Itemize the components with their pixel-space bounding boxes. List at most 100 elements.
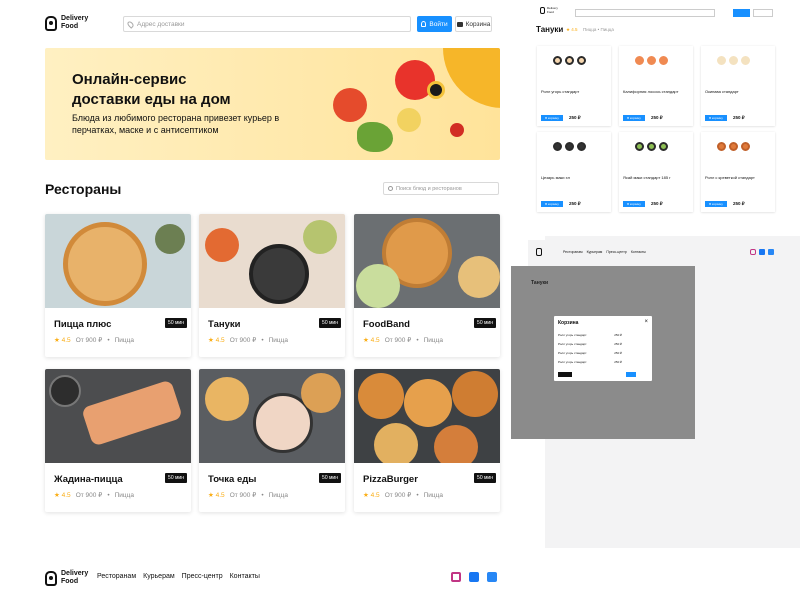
- restaurants-title: Рестораны: [45, 181, 122, 197]
- cart-item-name: Ролл угорь стандарт: [558, 341, 587, 346]
- dish-search-input[interactable]: Поиск блюд и ресторанов: [383, 182, 499, 195]
- footer-link-press[interactable]: Пресс-центр: [182, 573, 223, 580]
- product-card[interactable]: Калифорния лосось стандарт В корзину 250…: [619, 46, 693, 126]
- restaurant-name: PizzaBurger: [363, 474, 418, 485]
- login-button[interactable]: Войти: [417, 16, 452, 32]
- price-from: От 900 ₽: [229, 492, 257, 499]
- facebook-icon[interactable]: [469, 572, 479, 582]
- cart-row: Ролл угорь стандарт 250 ₽: [558, 349, 648, 356]
- footer-preview-link[interactable]: Курьерам: [587, 250, 603, 254]
- greens-image: [357, 122, 393, 152]
- restaurant-image: [45, 369, 191, 463]
- product-name: Цезарь маки хл: [541, 175, 570, 180]
- dish-search-placeholder: Поиск блюд и ресторанов: [396, 185, 462, 192]
- product-name: Ролл с креветкой стандарт: [705, 175, 755, 180]
- preview-cart-button[interactable]: [753, 9, 773, 17]
- user-icon: [421, 21, 427, 27]
- product-card[interactable]: Ролл с креветкой стандарт В корзину 250 …: [701, 132, 775, 212]
- tomato-slice-image: [333, 88, 367, 122]
- footer-preview-links: Ресторанам Курьерам Пресс-центр Контакты: [563, 250, 646, 254]
- product-price: 250 ₽: [733, 115, 745, 120]
- delivery-time-badge: 50 мин: [319, 473, 341, 483]
- footer-preview-link[interactable]: Контакты: [631, 250, 646, 254]
- product-card[interactable]: Цезарь маки хл В корзину 250 ₽: [537, 132, 611, 212]
- product-name: Калифорния лосось стандарт: [623, 89, 679, 94]
- footer-preview-link[interactable]: Ресторанам: [563, 250, 583, 254]
- page: Delivery Food Адрес доставки Войти Корзи…: [0, 0, 800, 606]
- cart-row: Ролл угорь стандарт 250 ₽: [558, 340, 648, 347]
- add-to-cart-button[interactable]: В корзину: [623, 115, 645, 121]
- product-image: [537, 132, 611, 170]
- pin-icon: [126, 19, 135, 29]
- rating: ★ 4.5: [54, 337, 71, 344]
- product-price: 250 ₽: [569, 201, 581, 206]
- preview-address-input[interactable]: [575, 9, 715, 17]
- footer-preview-link[interactable]: Пресс-центр: [606, 250, 626, 254]
- modal-title: Корзина: [558, 320, 579, 326]
- olive-image: [427, 81, 445, 99]
- restaurant-card[interactable]: Пицца плюс 50 мин ★ 4.5 От 900 ₽ • Пицца: [45, 214, 191, 357]
- add-to-cart-button[interactable]: В корзину: [705, 115, 727, 121]
- category: Пицца: [114, 491, 134, 499]
- restaurant-meta: ★ 4.5 От 900 ₽ • Пицца: [54, 336, 134, 345]
- footer-logo[interactable]: Delivery Food: [45, 570, 88, 586]
- product-name: Ролл угорь стандарт: [541, 89, 580, 94]
- promo-title: Онлайн-сервис доставки еды на дом: [72, 70, 231, 110]
- restaurant-image: [354, 214, 500, 308]
- price-from: От 900 ₽: [384, 337, 412, 344]
- product-card[interactable]: Ролл угорь стандарт В корзину 250 ₽: [537, 46, 611, 126]
- restaurant-name: Жадина-пицца: [54, 474, 123, 485]
- category: Пицца: [268, 336, 288, 344]
- address-input[interactable]: Адрес доставки: [123, 16, 411, 32]
- product-image: [619, 132, 693, 170]
- preview-rating: ★ 4.5: [566, 27, 578, 32]
- delivery-time-badge: 50 мин: [474, 318, 496, 328]
- preview-login-button[interactable]: [733, 9, 750, 17]
- rating-value: 4.5: [370, 337, 380, 344]
- footer-link-contacts[interactable]: Контакты: [230, 573, 260, 580]
- modal-checkout-button[interactable]: [626, 372, 636, 377]
- logo[interactable]: Delivery Food: [45, 15, 88, 31]
- restaurant-page-preview: Delivery Food Тануки ★ 4.5 Пицца • Пицца …: [528, 0, 800, 236]
- instagram-icon[interactable]: [750, 249, 756, 255]
- restaurant-image: [199, 214, 345, 308]
- cart-item-price: 250 ₽: [614, 359, 622, 364]
- cart-item-name: Ролл угорь стандарт: [558, 359, 587, 364]
- product-image: [619, 46, 693, 84]
- rating: ★ 4.5: [363, 492, 380, 499]
- restaurant-meta: ★ 4.5 От 900 ₽ • Пицца: [208, 336, 288, 345]
- modal-cancel-button[interactable]: [558, 372, 572, 377]
- close-icon[interactable]: ×: [644, 319, 648, 325]
- cart-modal: Корзина × Ролл угорь стандарт 250 ₽ Ролл …: [554, 316, 652, 381]
- instagram-icon[interactable]: [451, 572, 461, 582]
- cart-item-price: 250 ₽: [614, 332, 622, 337]
- search-icon: [388, 186, 393, 191]
- add-to-cart-button[interactable]: В корзину: [541, 201, 563, 207]
- product-card[interactable]: Окинава стандарт В корзину 250 ₽: [701, 46, 775, 126]
- facebook-icon[interactable]: [759, 249, 765, 255]
- add-to-cart-button[interactable]: В корзину: [541, 115, 563, 121]
- modal-bg-title: Тануки: [531, 280, 549, 286]
- cheese-image: [443, 48, 500, 108]
- restaurant-image: [354, 369, 500, 463]
- rating-value: 4.5: [215, 337, 225, 344]
- restaurant-card[interactable]: Жадина-пицца 50 мин ★ 4.5 От 900 ₽ • Пиц…: [45, 369, 191, 512]
- vk-icon[interactable]: [768, 249, 774, 255]
- restaurant-card[interactable]: PizzaBurger 50 мин ★ 4.5 От 900 ₽ • Пицц…: [354, 369, 500, 512]
- preview-meta: Пицца • Пицца: [583, 27, 614, 32]
- vk-icon[interactable]: [487, 572, 497, 582]
- main-panel: Delivery Food Адрес доставки Войти Корзи…: [0, 0, 545, 548]
- add-to-cart-button[interactable]: В корзину: [623, 201, 645, 207]
- restaurant-card[interactable]: Тануки 50 мин ★ 4.5 От 900 ₽ • Пицца: [199, 214, 345, 357]
- restaurant-card[interactable]: FoodBand 50 мин ★ 4.5 От 900 ₽ • Пицца: [354, 214, 500, 357]
- footer-link-couriers[interactable]: Курьерам: [143, 573, 175, 580]
- restaurant-card[interactable]: Точка еды 50 мин ★ 4.5 От 900 ₽ • Пицца: [199, 369, 345, 512]
- footer-nav: Ресторанам Курьерам Пресс-центр Контакты: [97, 573, 260, 580]
- category: Пицца: [423, 336, 443, 344]
- add-to-cart-button[interactable]: В корзину: [705, 201, 727, 207]
- cart-button[interactable]: Корзина: [455, 16, 492, 32]
- rating: ★ 4.5: [208, 337, 225, 344]
- product-card[interactable]: Ясай маки стандарт 185 г В корзину 250 ₽: [619, 132, 693, 212]
- footer-link-restaurants[interactable]: Ресторанам: [97, 573, 136, 580]
- rating: ★ 4.5: [54, 492, 71, 499]
